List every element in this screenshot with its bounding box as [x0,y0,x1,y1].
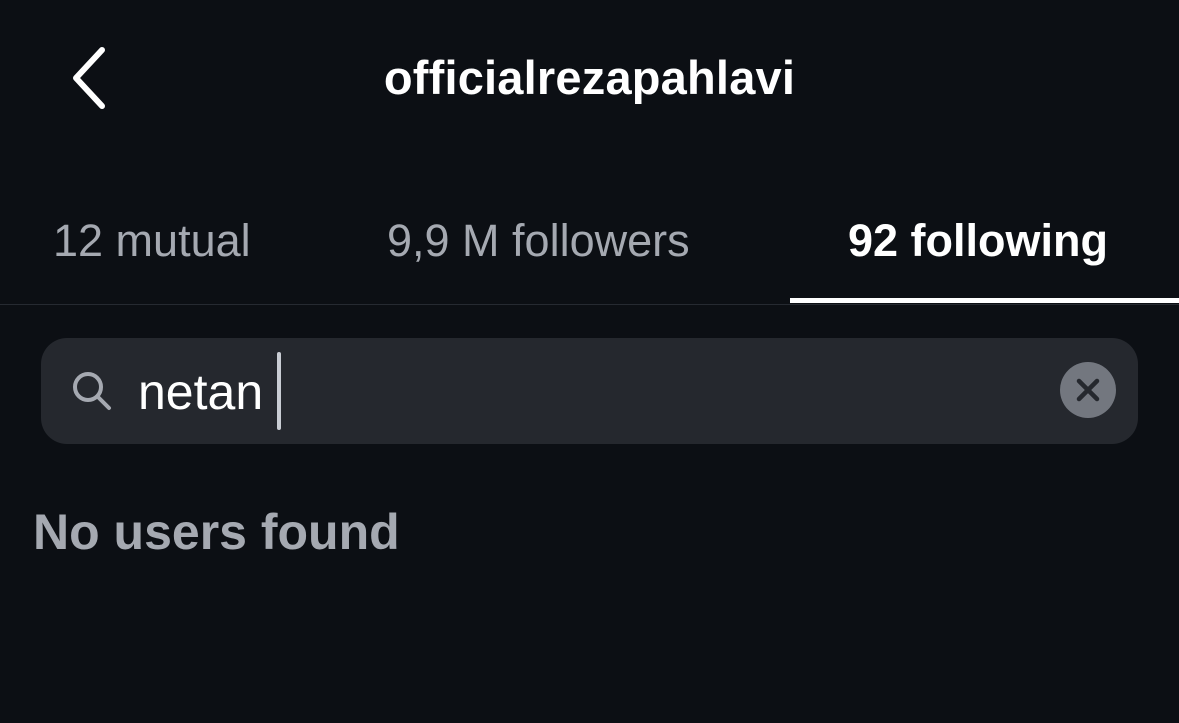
page-title: officialrezapahlavi [383,51,796,104]
text-cursor [277,352,281,430]
tab-mutual[interactable]: 12 mutual [53,213,251,269]
close-icon [1076,378,1100,402]
search-icon [73,372,111,410]
clear-search-button[interactable] [1060,362,1116,418]
following-screen: officialrezapahlavi 12 mutual 9,9 M foll… [0,0,1179,723]
tab-followers[interactable]: 9,9 M followers [387,213,690,269]
search-input[interactable] [138,352,1038,432]
active-tab-indicator [790,298,1179,303]
search-bar[interactable] [41,338,1138,444]
tab-following[interactable]: 92 following [848,213,1108,269]
no-results-message: No users found [33,504,400,560]
tab-bar: 12 mutual 9,9 M followers 92 following [0,205,1179,305]
header: officialrezapahlavi [0,0,1179,160]
